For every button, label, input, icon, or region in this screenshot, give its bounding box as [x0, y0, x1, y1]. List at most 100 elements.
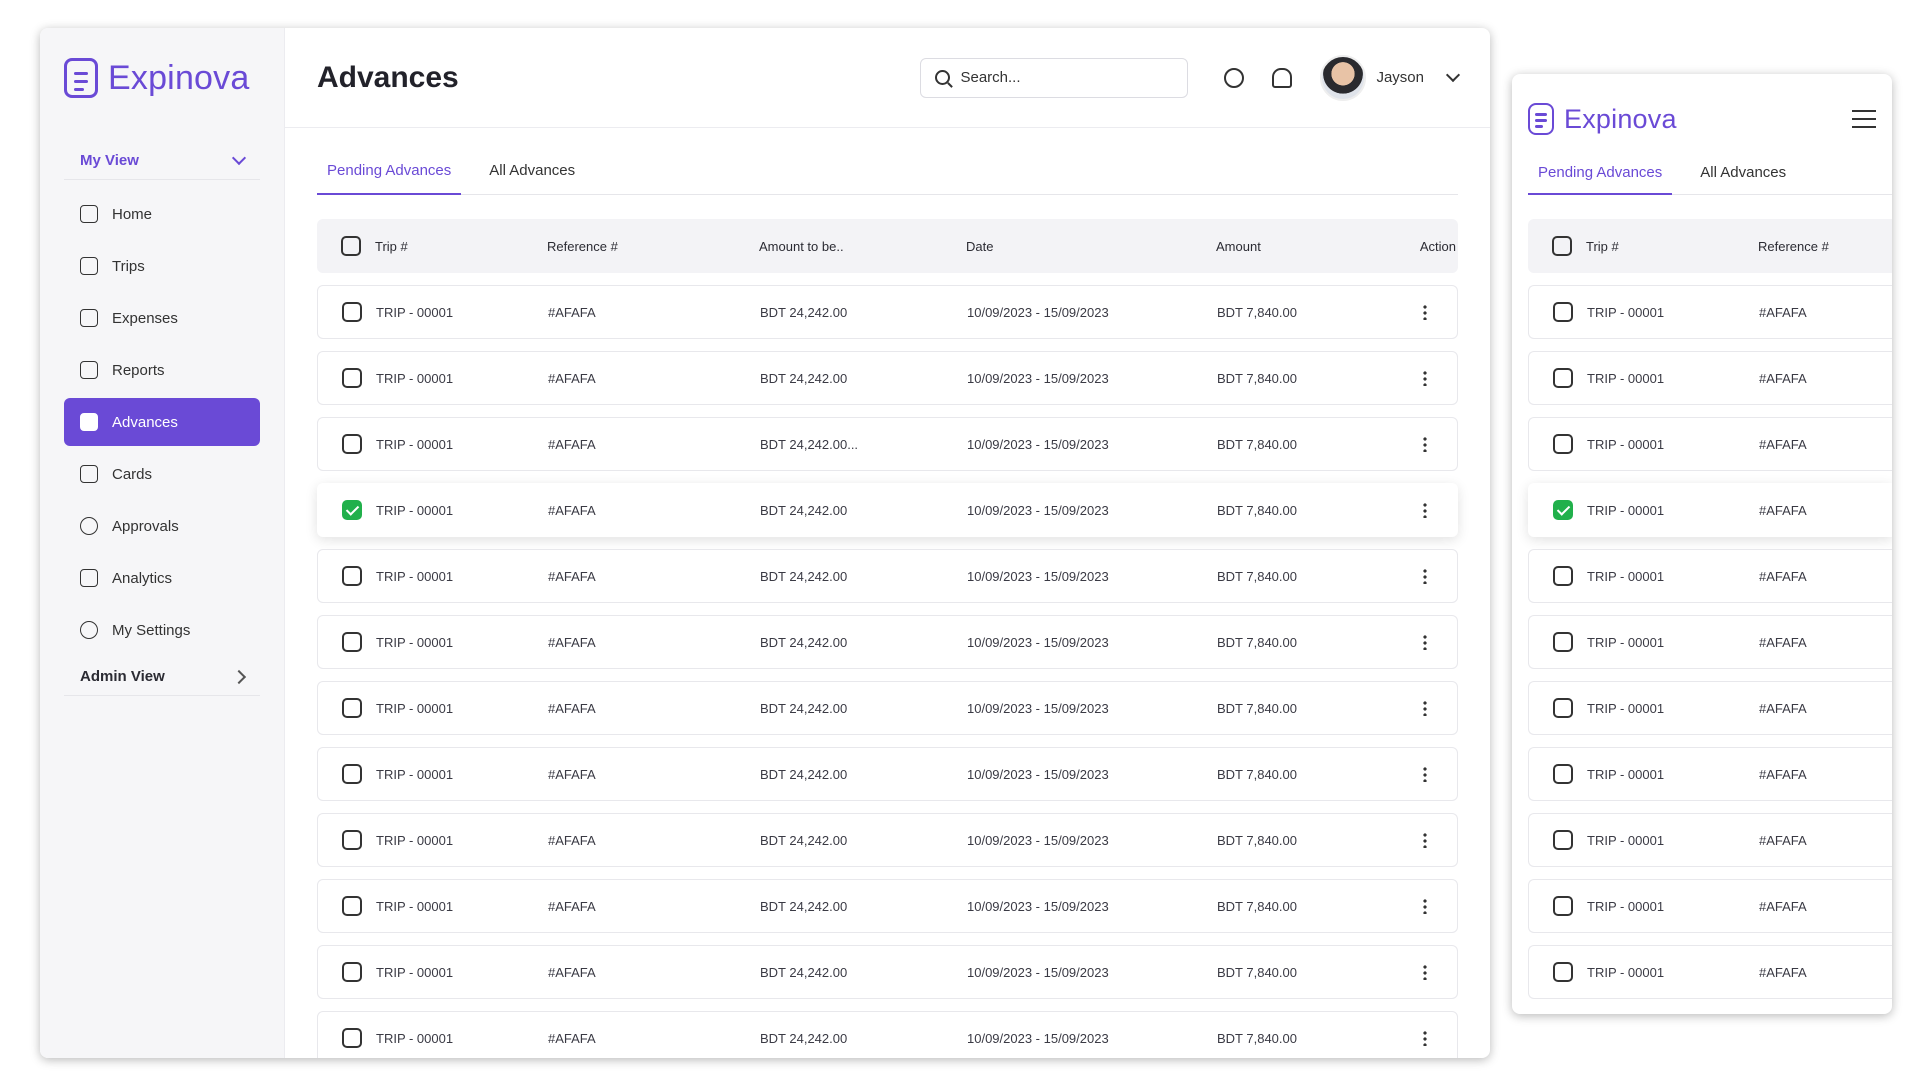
settings-gear-icon[interactable] [1224, 67, 1245, 88]
mobile-table-row[interactable]: TRIP - 00001 #AFAFA [1528, 351, 1892, 405]
mobile-table-row[interactable]: TRIP - 00001 #AFAFA [1528, 813, 1892, 867]
briefcase-icon [80, 257, 98, 275]
cell-date: 10/09/2023 - 15/09/2023 [967, 304, 1109, 320]
cell-amount: BDT 7,840.00 [1217, 832, 1297, 848]
mobile-cell-reference: #AFAFA [1759, 370, 1807, 386]
row-action-menu[interactable] [1357, 964, 1457, 980]
table-row[interactable]: TRIP - 00001 #AFAFA BDT 24,242.00 10/09/202… [317, 483, 1458, 537]
row-checkbox[interactable] [342, 368, 362, 388]
table-row[interactable]: TRIP - 00001 #AFAFA BDT 24,242.00 10/09/202… [317, 813, 1458, 867]
table-row[interactable]: TRIP - 00001 #AFAFA BDT 24,242.00 10/09/202… [317, 945, 1458, 999]
gear-icon [80, 621, 98, 639]
select-all-checkbox[interactable] [341, 236, 361, 256]
mobile-table-row[interactable]: TRIP - 00001 #AFAFA [1528, 681, 1892, 735]
cell-trip: TRIP - 00001 [376, 700, 454, 716]
row-checkbox[interactable] [342, 500, 362, 520]
sidebar-item-trips[interactable]: Trips [64, 242, 260, 290]
analytics-icon [80, 569, 98, 587]
table-row[interactable]: TRIP - 00001 #AFAFA BDT 24,242.00 10/09/202… [317, 351, 1458, 405]
table-row[interactable]: TRIP - 00001 #AFAFA BDT 24,242.00 10/09/202… [317, 285, 1458, 339]
row-checkbox[interactable] [342, 962, 362, 982]
row-checkbox[interactable] [342, 830, 362, 850]
bell-icon[interactable] [1272, 67, 1293, 88]
mobile-column-trip: Trip # [1586, 238, 1619, 254]
row-action-menu[interactable] [1357, 766, 1457, 782]
row-action-menu[interactable] [1357, 502, 1457, 518]
sidebar-item-cards[interactable]: Cards [64, 450, 260, 498]
sidebar-item-analytics[interactable]: Analytics [64, 554, 260, 602]
my-view-toggle[interactable]: My View [64, 150, 260, 180]
mobile-row-checkbox[interactable] [1553, 896, 1573, 916]
row-checkbox[interactable] [342, 434, 362, 454]
mobile-top-bar: Expinova [1512, 74, 1892, 164]
tab-pending-advances[interactable]: Pending Advances [317, 162, 462, 195]
sidebar-item-approvals[interactable]: Approvals [64, 502, 260, 550]
row-checkbox[interactable] [342, 566, 362, 586]
table-row[interactable]: TRIP - 00001 #AFAFA BDT 24,242.00 10/09/202… [317, 681, 1458, 735]
row-checkbox[interactable] [342, 896, 362, 916]
row-action-menu[interactable] [1357, 370, 1457, 386]
row-checkbox[interactable] [342, 1028, 362, 1048]
page-title: Advances [317, 60, 459, 94]
mobile-row-checkbox[interactable] [1553, 500, 1573, 520]
mobile-tab-pending-advances[interactable]: Pending Advances [1528, 164, 1673, 195]
row-checkbox[interactable] [342, 632, 362, 652]
sidebar-item-home[interactable]: Home [64, 190, 260, 238]
cell-amount-to-be: BDT 24,242.00 [760, 304, 848, 320]
admin-view-toggle[interactable]: Admin View [64, 668, 260, 696]
brand-logo[interactable]: Expinova [64, 58, 260, 98]
cell-reference: #AFAFA [548, 964, 596, 980]
row-action-menu[interactable] [1357, 898, 1457, 914]
mobile-table-row[interactable]: TRIP - 00001 #AFAFA [1528, 615, 1892, 669]
mobile-row-checkbox[interactable] [1553, 566, 1573, 586]
row-action-menu[interactable] [1357, 568, 1457, 584]
mobile-table-row[interactable]: TRIP - 00001 #AFAFA [1528, 945, 1892, 999]
row-action-menu[interactable] [1357, 634, 1457, 650]
mobile-table-row[interactable]: TRIP - 00001 #AFAFA [1528, 747, 1892, 801]
table-row[interactable]: TRIP - 00001 #AFAFA BDT 24,242.00 10/09/202… [317, 879, 1458, 933]
table-row[interactable]: TRIP - 00001 #AFAFA BDT 24,242.00 10/09/202… [317, 1011, 1458, 1058]
mobile-tab-all-advances[interactable]: All Advances [1690, 164, 1796, 194]
table-row[interactable]: TRIP - 00001 #AFAFA BDT 24,242.00 10/09/202… [317, 747, 1458, 801]
user-menu[interactable]: Jayson [1320, 54, 1461, 101]
mobile-select-all-checkbox[interactable] [1552, 236, 1572, 256]
row-checkbox[interactable] [342, 302, 362, 322]
mobile-row-checkbox[interactable] [1553, 830, 1573, 850]
cell-reference: #AFAFA [548, 370, 596, 386]
tab-all-advances[interactable]: All Advances [479, 162, 585, 194]
row-checkbox[interactable] [342, 764, 362, 784]
row-action-menu[interactable] [1357, 436, 1457, 452]
mobile-table-row[interactable]: TRIP - 00001 #AFAFA [1528, 549, 1892, 603]
mobile-table-row[interactable]: TRIP - 00001 #AFAFA [1528, 285, 1892, 339]
home-icon [80, 205, 98, 223]
search-box[interactable] [920, 57, 1189, 98]
mobile-table-row[interactable]: TRIP - 00001 #AFAFA [1528, 483, 1892, 537]
mobile-cell-reference: #AFAFA [1759, 898, 1807, 914]
row-action-menu[interactable] [1357, 832, 1457, 848]
table-row[interactable]: TRIP - 00001 #AFAFA BDT 24,242.00... 10/09/… [317, 417, 1458, 471]
row-action-menu[interactable] [1357, 700, 1457, 716]
row-action-menu[interactable] [1357, 1030, 1457, 1046]
sidebar-item-my-settings[interactable]: My Settings [64, 606, 260, 654]
search-input[interactable] [960, 69, 1161, 86]
table-row[interactable]: TRIP - 00001 #AFAFA BDT 24,242.00 10/09/202… [317, 615, 1458, 669]
table-row[interactable]: TRIP - 00001 #AFAFA BDT 24,242.00 10/09/202… [317, 549, 1458, 603]
mobile-row-checkbox[interactable] [1553, 764, 1573, 784]
sidebar-item-reports[interactable]: Reports [64, 346, 260, 394]
mobile-table-row[interactable]: TRIP - 00001 #AFAFA [1528, 417, 1892, 471]
sidebar-item-expenses[interactable]: Expenses [64, 294, 260, 342]
row-checkbox[interactable] [342, 698, 362, 718]
mobile-cell-reference: #AFAFA [1759, 436, 1807, 452]
mobile-row-checkbox[interactable] [1553, 632, 1573, 652]
hamburger-menu-icon[interactable] [1852, 110, 1876, 128]
mobile-row-checkbox[interactable] [1553, 302, 1573, 322]
sidebar-item-advances[interactable]: Advances [64, 398, 260, 446]
mobile-table-row[interactable]: TRIP - 00001 #AFAFA [1528, 879, 1892, 933]
mobile-row-checkbox[interactable] [1553, 698, 1573, 718]
mobile-row-checkbox[interactable] [1553, 368, 1573, 388]
main-content: Advances Jayson Pending Advances All Adv… [285, 28, 1490, 1058]
mobile-row-checkbox[interactable] [1553, 434, 1573, 454]
mobile-brand-logo[interactable]: Expinova [1528, 103, 1677, 135]
row-action-menu[interactable] [1357, 304, 1457, 320]
mobile-row-checkbox[interactable] [1553, 962, 1573, 982]
